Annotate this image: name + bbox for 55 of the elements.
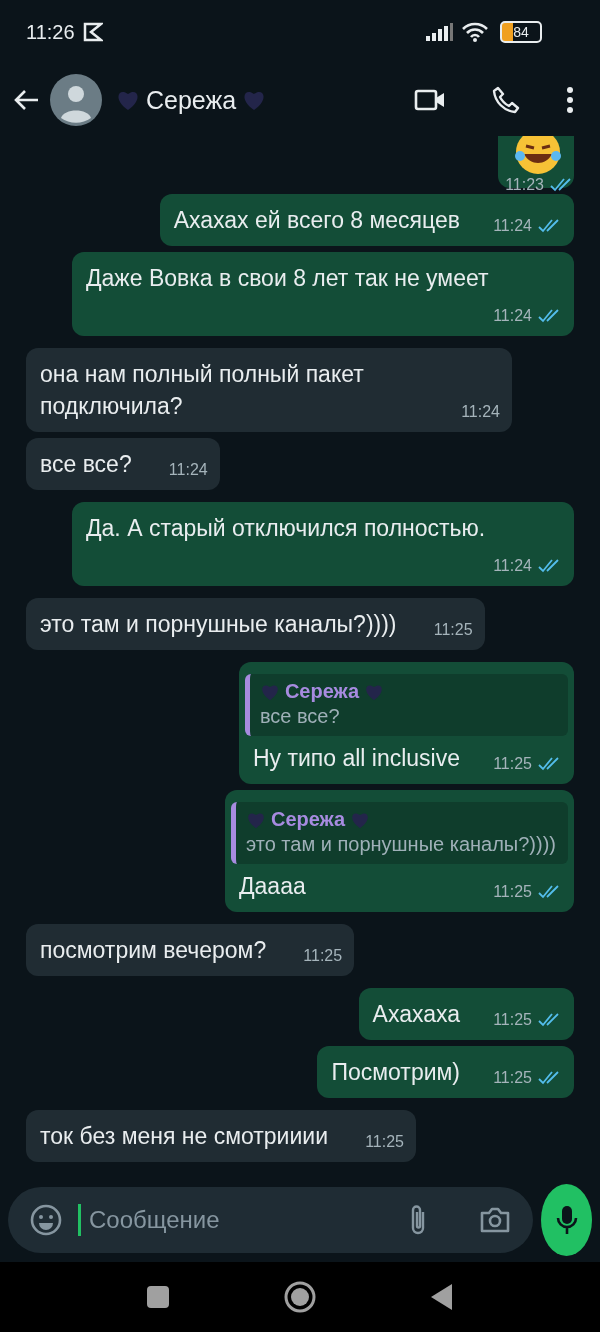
quoted-message[interactable]: Сережа это там и порнушные каналы?)))) — [230, 802, 568, 864]
back-icon[interactable] — [12, 88, 40, 112]
message-input[interactable]: Сообщение — [87, 1205, 401, 1235]
heart-icon — [116, 89, 140, 111]
message-time: 11:25 — [433, 620, 473, 640]
phone-icon[interactable] — [492, 86, 520, 114]
heart-icon — [350, 810, 371, 829]
camera-icon[interactable] — [479, 1206, 511, 1234]
message-time: 11:23 — [505, 176, 544, 194]
home-icon[interactable] — [284, 1281, 316, 1313]
battery-icon: 84 — [500, 21, 542, 43]
quote-author: Сережа — [284, 680, 360, 703]
clock: 11:26 — [26, 20, 75, 44]
message-time: 11:25 — [493, 754, 532, 774]
avatar[interactable] — [50, 74, 102, 126]
message-text: все все? — [40, 451, 132, 477]
message-time: 11:25 — [493, 882, 532, 902]
message-time: 11:25 — [303, 946, 343, 966]
message-text: Ну типо all inclusive — [252, 745, 460, 771]
message-text: Ахахах ей всего 8 месяцев — [173, 207, 460, 233]
message-text: Ахахаха — [372, 1001, 460, 1027]
message-time: 11:25 — [493, 1010, 532, 1030]
microphone-icon — [554, 1204, 579, 1236]
message-time: 11:24 — [493, 306, 532, 326]
video-call-icon[interactable] — [414, 88, 446, 112]
message-text: посмотрим вечером? — [40, 937, 267, 963]
message-text: Даже Вовка в свои 8 лет так не умеет — [86, 265, 489, 291]
quote-text: это там и порнушные каналы?)))) — [245, 833, 556, 856]
message-time: 11:25 — [493, 1068, 532, 1088]
quoted-message[interactable]: Сережа все все? — [244, 674, 568, 736]
recent-apps-icon[interactable] — [146, 1285, 170, 1309]
emoji-icon[interactable] — [30, 1204, 62, 1236]
message-time: 11:24 — [461, 402, 500, 422]
quote-author: Сережа — [270, 808, 346, 831]
contact-name[interactable]: Сережа — [146, 85, 237, 115]
signal-icon — [426, 23, 454, 41]
message-text: Да. А старый отключился полностью. — [86, 515, 486, 541]
message-text: Даааа — [238, 873, 306, 899]
back-nav-icon[interactable] — [430, 1283, 454, 1311]
message-text: ток без меня не смотрииии — [40, 1123, 328, 1149]
message-field[interactable]: Сообщение — [8, 1187, 533, 1253]
message-time: 11:25 — [365, 1132, 404, 1152]
message-time: 11:24 — [493, 556, 532, 576]
quote-text: все все? — [259, 705, 341, 728]
wifi-icon — [462, 22, 488, 42]
message-time: 11:24 — [168, 460, 208, 480]
heart-icon — [364, 682, 385, 701]
heart-icon — [245, 810, 266, 829]
more-options-icon[interactable] — [566, 87, 574, 113]
notification-icon — [82, 22, 103, 42]
message-text: Посмотрим) — [331, 1059, 460, 1085]
message-text: это там и порнушные каналы?)))) — [40, 611, 397, 637]
heart-icon — [259, 682, 280, 701]
message-text: она нам полный полный пакет подключила? — [40, 361, 364, 419]
message-time: 11:24 — [493, 216, 532, 236]
